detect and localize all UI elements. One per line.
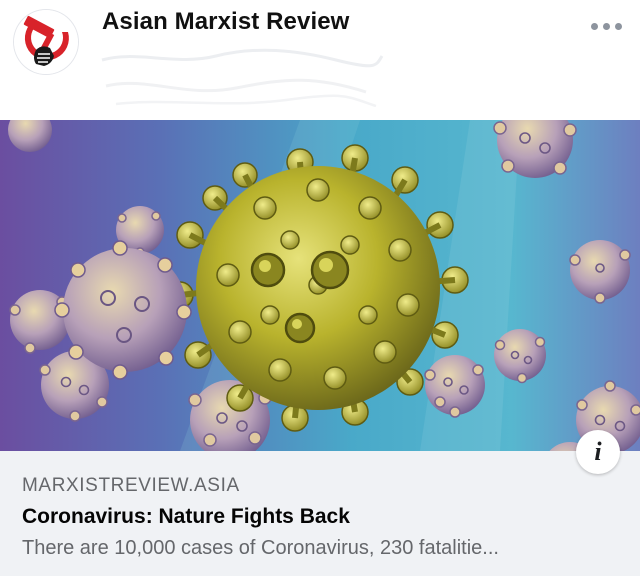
hammer-and-sickle-fist-logo	[14, 10, 78, 74]
page-name[interactable]: Asian Marxist Review	[102, 8, 349, 36]
link-preview-footer[interactable]: MARXISTREVIEW.ASIA Coronavirus: Nature F…	[0, 451, 640, 576]
facebook-post: Asian Marxist Review i MARXISTREVIEW.ASI…	[0, 0, 640, 576]
page-avatar[interactable]	[14, 10, 78, 74]
more-options-icon[interactable]	[582, 12, 630, 40]
info-icon[interactable]: i	[576, 430, 620, 474]
info-glyph: i	[594, 437, 602, 466]
post-header: Asian Marxist Review	[0, 0, 640, 120]
faded-signature	[101, 48, 384, 108]
link-domain: MARXISTREVIEW.ASIA	[22, 475, 240, 496]
link-description: There are 10,000 cases of Coronavirus, 2…	[22, 537, 499, 559]
link-preview-image[interactable]	[0, 120, 640, 451]
coronavirus-illustration	[0, 120, 640, 451]
link-title[interactable]: Coronavirus: Nature Fights Back	[22, 505, 350, 529]
